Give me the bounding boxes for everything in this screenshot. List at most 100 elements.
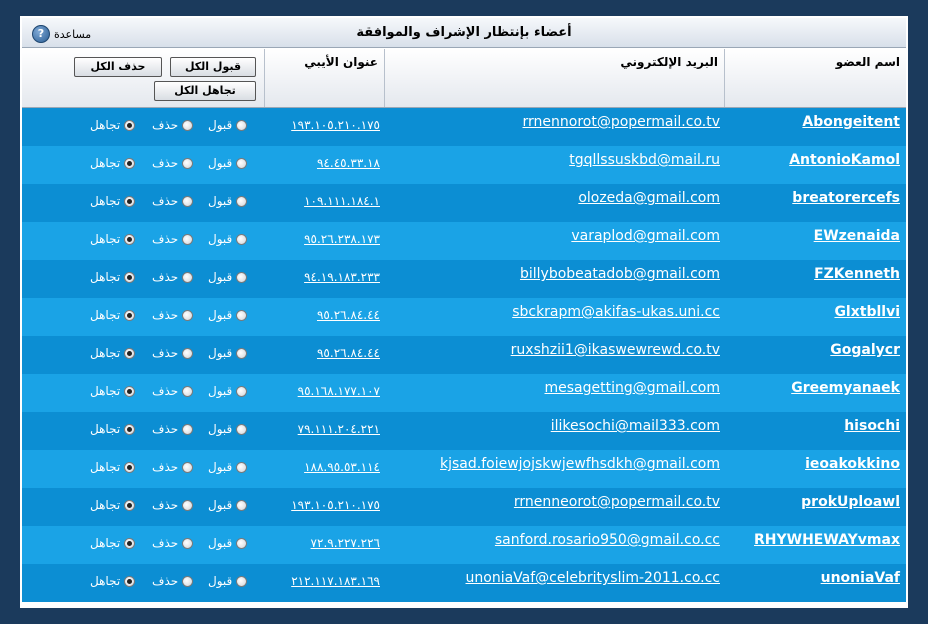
ip-link[interactable]: ٩٤.٤٥.٣٣.١٨ [317, 156, 380, 170]
ip-link[interactable]: ٩٥.٢٦.٨٤.٤٤ [317, 346, 380, 360]
accept-option[interactable]: قبول [208, 460, 248, 474]
ignore-option[interactable]: تجاهل [90, 232, 136, 246]
delete-option[interactable]: حذف [152, 270, 194, 284]
member-link[interactable]: RHYWHEWAYvmax [754, 532, 900, 548]
delete-option[interactable]: حذف [152, 498, 194, 512]
ip-link[interactable]: ١٩٣.١٠٥.٢١٠.١٧٥ [291, 498, 380, 512]
delete-all-button[interactable]: حذف الكل [74, 57, 162, 77]
delete-option[interactable]: حذف [152, 536, 194, 550]
ip-link[interactable]: ١٠٩.١١١.١٨٤.١ [304, 194, 380, 208]
ignore-radio[interactable] [124, 157, 136, 169]
accept-option[interactable]: قبول [208, 156, 248, 170]
ignore-radio[interactable] [124, 575, 136, 587]
ip-link[interactable]: ٩٤.١٩.١٨٣.٢٣٣ [304, 270, 380, 284]
email-link[interactable]: rrnenneorot@popermail.co.tv [514, 494, 720, 510]
delete-radio[interactable] [182, 537, 194, 549]
member-link[interactable]: ieoakokkino [805, 456, 900, 472]
delete-option[interactable]: حذف [152, 460, 194, 474]
accept-radio[interactable] [236, 423, 248, 435]
delete-radio[interactable] [182, 119, 194, 131]
delete-radio[interactable] [182, 195, 194, 207]
delete-radio[interactable] [182, 461, 194, 473]
email-link[interactable]: olozeda@gmail.com [578, 190, 720, 206]
member-link[interactable]: EWzenaida [814, 228, 900, 244]
member-link[interactable]: prokUploawl [801, 494, 900, 510]
ignore-option[interactable]: تجاهل [90, 574, 136, 588]
accept-radio[interactable] [236, 271, 248, 283]
ip-link[interactable]: ٩٥.١٦٨.١٧٧.١٠٧ [298, 384, 380, 398]
ignore-option[interactable]: تجاهل [90, 118, 136, 132]
delete-option[interactable]: حذف [152, 384, 194, 398]
member-link[interactable]: breatorercefs [792, 190, 900, 206]
email-link[interactable]: varaplod@gmail.com [571, 228, 720, 244]
email-link[interactable]: rrnennorot@popermail.co.tv [523, 114, 720, 130]
member-link[interactable]: Greemyanaek [791, 380, 900, 396]
accept-option[interactable]: قبول [208, 574, 248, 588]
help-icon[interactable]: ? [32, 25, 50, 43]
ignore-option[interactable]: تجاهل [90, 460, 136, 474]
member-link[interactable]: hisochi [844, 418, 900, 434]
accept-radio[interactable] [236, 347, 248, 359]
ignore-option[interactable]: تجاهل [90, 194, 136, 208]
ignore-radio[interactable] [124, 195, 136, 207]
delete-option[interactable]: حذف [152, 232, 194, 246]
ignore-option[interactable]: تجاهل [90, 422, 136, 436]
delete-radio[interactable] [182, 271, 194, 283]
ignore-all-button[interactable]: تجاهل الكل [154, 81, 256, 101]
accept-option[interactable]: قبول [208, 422, 248, 436]
ip-link[interactable]: ٢١٢.١١٧.١٨٣.١٦٩ [291, 574, 380, 588]
delete-option[interactable]: حذف [152, 308, 194, 322]
accept-radio[interactable] [236, 309, 248, 321]
email-link[interactable]: ruxshzii1@ikaswewrewd.co.tv [511, 342, 720, 358]
accept-radio[interactable] [236, 233, 248, 245]
ignore-option[interactable]: تجاهل [90, 308, 136, 322]
accept-option[interactable]: قبول [208, 384, 248, 398]
ip-link[interactable]: ١٨٨.٩٥.٥٣.١١٤ [304, 460, 380, 474]
delete-radio[interactable] [182, 385, 194, 397]
email-link[interactable]: billybobeatadob@gmail.com [520, 266, 720, 282]
ignore-option[interactable]: تجاهل [90, 384, 136, 398]
ignore-radio[interactable] [124, 385, 136, 397]
ignore-radio[interactable] [124, 271, 136, 283]
email-link[interactable]: kjsad.foiewjojskwjewfhsdkh@gmail.com [440, 456, 720, 472]
ignore-option[interactable]: تجاهل [90, 270, 136, 284]
delete-option[interactable]: حذف [152, 118, 194, 132]
ignore-radio[interactable] [124, 537, 136, 549]
accept-all-button[interactable]: قبول الكل [170, 57, 256, 77]
email-link[interactable]: tgqllssuskbd@mail.ru [569, 152, 720, 168]
ignore-option[interactable]: تجاهل [90, 346, 136, 360]
ignore-radio[interactable] [124, 233, 136, 245]
email-link[interactable]: sanford.rosario950@gmail.co.cc [495, 532, 720, 548]
ip-link[interactable]: ١٩٣.١٠٥.٢١٠.١٧٥ [291, 118, 380, 132]
ip-link[interactable]: ٩٥.٢٦.٢٣٨.١٧٣ [304, 232, 380, 246]
member-link[interactable]: FZKenneth [814, 266, 900, 282]
ip-link[interactable]: ٧٢.٩.٢٢٧.٢٢٦ [311, 536, 380, 550]
ip-link[interactable]: ٧٩.١١١.٢٠٤.٢٢١ [298, 422, 380, 436]
ignore-option[interactable]: تجاهل [90, 156, 136, 170]
ip-link[interactable]: ٩٥.٢٦.٨٤.٤٤ [317, 308, 380, 322]
email-link[interactable]: sbckrapm@akifas-ukas.uni.cc [512, 304, 720, 320]
delete-radio[interactable] [182, 575, 194, 587]
email-link[interactable]: mesagetting@gmail.com [545, 380, 721, 396]
ignore-option[interactable]: تجاهل [90, 536, 136, 550]
delete-option[interactable]: حذف [152, 156, 194, 170]
ignore-radio[interactable] [124, 423, 136, 435]
email-link[interactable]: ilikesochi@mail333.com [551, 418, 720, 434]
accept-option[interactable]: قبول [208, 232, 248, 246]
accept-radio[interactable] [236, 537, 248, 549]
accept-radio[interactable] [236, 195, 248, 207]
delete-radio[interactable] [182, 423, 194, 435]
ignore-radio[interactable] [124, 309, 136, 321]
accept-option[interactable]: قبول [208, 498, 248, 512]
delete-radio[interactable] [182, 499, 194, 511]
help-link[interactable]: ? مساعدة [32, 25, 91, 43]
accept-radio[interactable] [236, 385, 248, 397]
accept-option[interactable]: قبول [208, 194, 248, 208]
member-link[interactable]: Glxtbllvi [834, 304, 900, 320]
accept-radio[interactable] [236, 499, 248, 511]
accept-radio[interactable] [236, 461, 248, 473]
delete-radio[interactable] [182, 233, 194, 245]
help-label[interactable]: مساعدة [54, 28, 91, 41]
accept-option[interactable]: قبول [208, 308, 248, 322]
member-link[interactable]: Gogalycr [830, 342, 900, 358]
